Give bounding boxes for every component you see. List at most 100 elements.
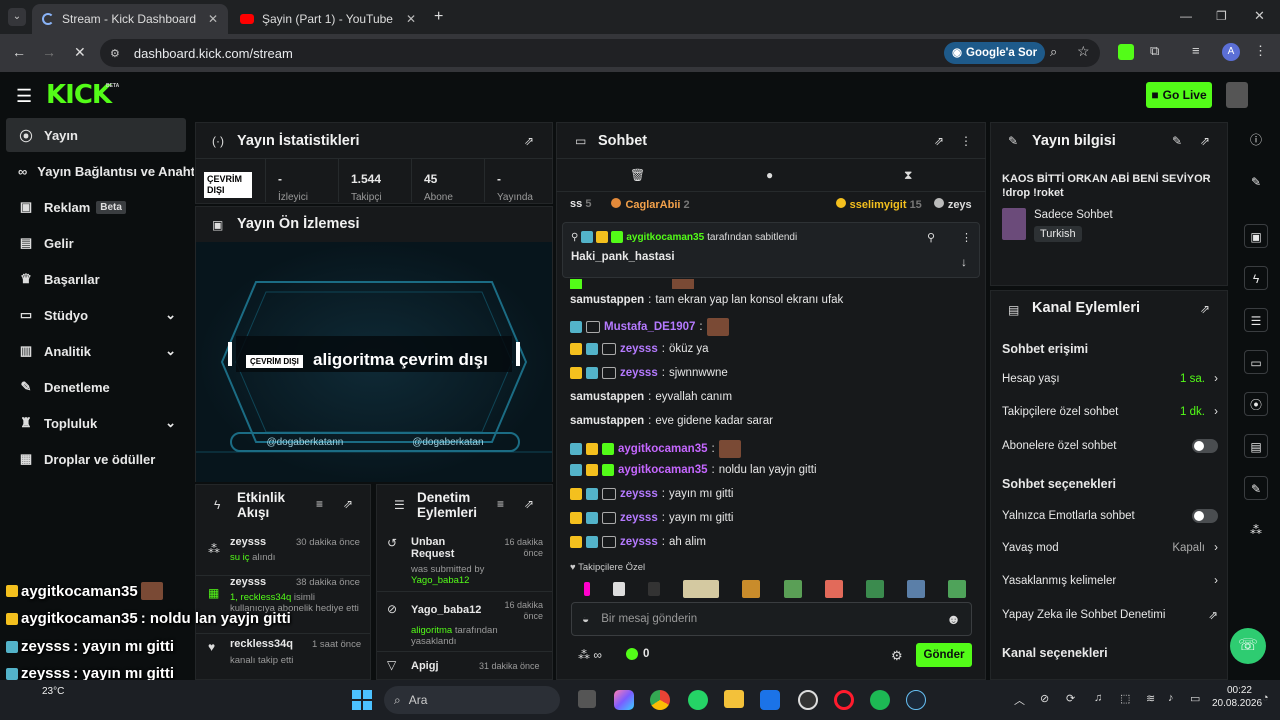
- task-view-icon[interactable]: [578, 690, 596, 708]
- tab-kick-dashboard[interactable]: Stream - Kick Dashboard ✕: [32, 4, 228, 34]
- battery-icon[interactable]: ▭: [1190, 692, 1200, 705]
- steam-icon[interactable]: [906, 690, 926, 710]
- drops-icon[interactable]: ⁂: [1244, 518, 1268, 542]
- windows-start-icon[interactable]: [352, 690, 372, 710]
- sidebar-item-community[interactable]: ♜ Topluluk ⌄: [6, 406, 186, 440]
- minimize-icon[interactable]: —: [1180, 9, 1192, 23]
- hamburger-icon[interactable]: ☰: [16, 86, 32, 107]
- url-text[interactable]: dashboard.kick.com/stream: [134, 46, 293, 61]
- chat-username[interactable]: zeysss: [620, 367, 658, 379]
- sidebar-item-stream-key[interactable]: ∞ Yayın Bağlantısı ve Anahtarı: [6, 154, 194, 188]
- chat-username[interactable]: zeysss: [620, 512, 658, 524]
- popout-icon[interactable]: ⇗: [934, 134, 944, 148]
- chat-input[interactable]: ◒ Bir mesaj gönderin ☻: [571, 602, 972, 636]
- info-icon[interactable]: ⓘ: [1244, 128, 1268, 152]
- tab-search-icon[interactable]: ⌄: [8, 8, 26, 26]
- menu-icon[interactable]: ⋮: [1254, 43, 1267, 59]
- sidebar-item-drops[interactable]: ▦ Droplar ve ödüller: [6, 442, 186, 476]
- hourglass-icon[interactable]: ⧗: [904, 168, 912, 183]
- site-info-icon[interactable]: ⚙: [110, 47, 120, 60]
- taskbar-search[interactable]: ⌕ Ara: [384, 686, 560, 714]
- stop-icon[interactable]: ✕: [74, 44, 86, 61]
- tray-icon[interactable]: ⟳: [1066, 692, 1075, 705]
- kick-extension-icon[interactable]: [1118, 44, 1134, 60]
- clock[interactable]: 00:22 20.08.2026: [1212, 684, 1262, 710]
- more-icon[interactable]: ⋮: [961, 231, 972, 244]
- slow-mode-row[interactable]: Yavaş mod Kapalı ›: [1002, 542, 1218, 554]
- settings-icon[interactable]: ⚙: [891, 648, 903, 664]
- popout-icon[interactable]: ⇗: [1200, 302, 1210, 316]
- extensions-icon[interactable]: ⧉: [1150, 43, 1159, 59]
- obs-icon[interactable]: [798, 690, 818, 710]
- server-icon[interactable]: ▤: [1244, 434, 1268, 458]
- sidebar-item-achievements[interactable]: ♛ Başarılar: [6, 262, 186, 296]
- edit-icon[interactable]: ✎: [1172, 134, 1182, 148]
- account-age-row[interactable]: Hesap yaşı 1 sa. ›: [1002, 373, 1218, 385]
- broadcast-icon[interactable]: ⦿: [1244, 392, 1268, 416]
- sidebar-item-analytics[interactable]: ▥ Analitik ⌄: [6, 334, 186, 368]
- tray-chevron-icon[interactable]: ︿: [1014, 692, 1025, 708]
- emote[interactable]: [648, 582, 661, 596]
- restore-icon[interactable]: ❐: [1216, 9, 1227, 23]
- chat-username[interactable]: samustappen: [570, 415, 644, 427]
- bolt-icon[interactable]: ϟ: [1244, 266, 1268, 290]
- notification-icon[interactable]: ◔: [1262, 692, 1269, 704]
- sidebar-item-ads[interactable]: ▣ Reklam Beta: [6, 190, 186, 224]
- emote[interactable]: [865, 580, 884, 598]
- popout-icon[interactable]: ⇗: [524, 497, 534, 511]
- chat-username[interactable]: Mustafa_DE1907: [604, 321, 695, 333]
- sidebar-item-revenue[interactable]: ▤ Gelir: [6, 226, 186, 260]
- list-icon[interactable]: ☰: [1244, 308, 1268, 332]
- chat-username[interactable]: zeysss: [620, 343, 658, 355]
- drops-icon[interactable]: ⁂ ∞: [578, 648, 602, 662]
- subs-only-toggle[interactable]: [1192, 439, 1218, 453]
- tray-icon[interactable]: ⊘: [1040, 692, 1049, 705]
- sidebar-item-studio[interactable]: ▭ Stüdyo ⌄: [6, 298, 186, 332]
- chat-username[interactable]: aygitkocaman35: [618, 443, 708, 455]
- chat-username[interactable]: samustappen: [570, 391, 644, 403]
- close-tab-icon[interactable]: ✕: [208, 12, 218, 26]
- message-icon[interactable]: ●: [766, 168, 773, 182]
- filter-icon[interactable]: ≡: [497, 497, 504, 511]
- bookmark-star-icon[interactable]: ☆: [1077, 43, 1090, 60]
- trash-icon[interactable]: 🗑: [630, 168, 645, 182]
- chat-username[interactable]: zeysss: [620, 536, 658, 548]
- emote[interactable]: [683, 580, 720, 598]
- tab-youtube[interactable]: Şayin (Part 1) - YouTube ✕: [230, 4, 426, 34]
- profile-avatar[interactable]: A: [1222, 43, 1240, 61]
- chat-input-placeholder[interactable]: Bir mesaj gönderin: [601, 613, 697, 625]
- emote[interactable]: [824, 580, 843, 598]
- ai-moderation-row[interactable]: Yapay Zeka ile Sohbet Denetimi ⇗: [1002, 608, 1218, 622]
- media-icon[interactable]: ≡: [1192, 43, 1200, 58]
- chrome-icon[interactable]: [650, 690, 670, 710]
- chat-username[interactable]: zeysss: [620, 488, 658, 500]
- emote[interactable]: [584, 582, 590, 596]
- copilot-icon[interactable]: [614, 690, 634, 710]
- popout-icon[interactable]: ⇗: [524, 134, 534, 148]
- close-tab-icon[interactable]: ✕: [406, 12, 416, 26]
- followers-only-row[interactable]: Takipçilere özel sohbet 1 dk. ›: [1002, 406, 1218, 418]
- banned-words-row[interactable]: Yasaklanmış kelimeler ›: [1002, 575, 1218, 587]
- emote[interactable]: [947, 580, 966, 598]
- spotify-icon[interactable]: [870, 690, 890, 710]
- chat-username[interactable]: samustappen: [570, 294, 644, 306]
- sidebar-item-yayin[interactable]: ⦿ Yayın: [6, 118, 186, 152]
- popout-icon[interactable]: ⇗: [1200, 134, 1210, 148]
- wifi-icon[interactable]: ≋: [1146, 692, 1155, 705]
- arrow-down-icon[interactable]: ↓: [961, 255, 967, 269]
- wrench-icon[interactable]: ✎: [1244, 476, 1268, 500]
- tray-icon[interactable]: ⬚: [1120, 692, 1130, 705]
- store-icon[interactable]: [760, 690, 780, 710]
- forward-icon[interactable]: →: [42, 44, 56, 60]
- weather-temp[interactable]: 23°C: [42, 686, 64, 697]
- emote[interactable]: [742, 580, 761, 598]
- zoom-icon[interactable]: ⌕: [1050, 44, 1057, 60]
- google-ask-button[interactable]: ◉ Google'a Sor: [944, 42, 1046, 64]
- chat-username[interactable]: aygitkocaman35: [618, 464, 708, 476]
- file-explorer-icon[interactable]: [724, 690, 744, 708]
- back-icon[interactable]: ←: [12, 44, 26, 60]
- emoji-icon[interactable]: ☻: [946, 611, 961, 627]
- preview-toggle-icon[interactable]: ▣: [1244, 224, 1268, 248]
- unpin-icon[interactable]: ⚲: [927, 231, 935, 244]
- new-tab-icon[interactable]: +: [434, 8, 443, 26]
